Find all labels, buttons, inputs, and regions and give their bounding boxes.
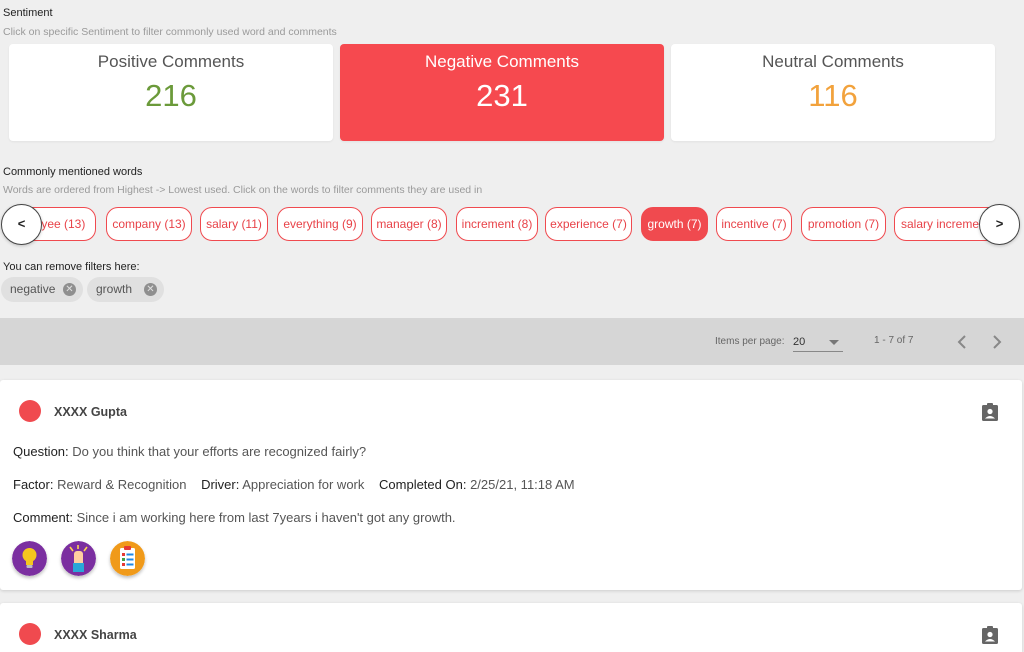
remove-filter-icon[interactable]: ✕ — [144, 283, 157, 296]
question-line: Question: Do you think that your efforts… — [13, 444, 366, 459]
neutral-label: Neutral Comments — [762, 52, 904, 71]
words-track: employee (13) company (13) salary (11) e… — [28, 207, 998, 241]
word-chip-salary[interactable]: salary (11) — [200, 207, 268, 241]
factor-label: Factor: — [13, 477, 54, 492]
positive-count: 216 — [145, 78, 197, 113]
question-text: Do you think that your efforts are recog… — [72, 444, 367, 459]
previous-page-button[interactable] — [950, 330, 974, 354]
comment-card — [0, 603, 1022, 652]
completed-value: 2/25/21, 11:18 AM — [470, 477, 575, 492]
comment-line: Comment: Since i am working here from la… — [13, 510, 456, 525]
neutral-count: 116 — [808, 78, 858, 113]
commenter-name: XXXX Sharma — [54, 628, 137, 642]
positive-label: Positive Comments — [97, 52, 245, 71]
neutral-comments-card[interactable]: Neutral Comments 116 — [671, 44, 995, 141]
word-chip-everything[interactable]: everything (9) — [277, 207, 363, 241]
filter-chip-label: negative — [10, 282, 56, 296]
factor-value: Reward & Recognition — [57, 477, 187, 492]
word-chip-experience[interactable]: experience (7) — [545, 207, 632, 241]
assignment-ind-icon[interactable] — [982, 626, 998, 644]
words-subtitle: Words are ordered from Highest -> Lowest… — [3, 184, 483, 196]
remove-filter-icon[interactable]: ✕ — [63, 283, 76, 296]
word-chip-growth[interactable]: growth (7) — [641, 207, 708, 241]
commenter-name: XXXX Gupta — [54, 405, 127, 419]
word-chip-promotion[interactable]: promotion (7) — [801, 207, 886, 241]
comment-text: Since i am working here from last 7years… — [76, 510, 456, 525]
sentiment-cards: Positive Comments 216 Negative Comments … — [9, 44, 997, 141]
filter-chip-label: growth — [96, 282, 133, 296]
positive-comments-card[interactable]: Positive Comments 216 — [9, 44, 333, 141]
negative-comments-card[interactable]: Negative Comments 231 — [340, 44, 664, 141]
items-per-page-select[interactable]: 20 — [793, 332, 843, 352]
comment-label: Comment: — [13, 510, 73, 525]
word-chip-increment[interactable]: increment (8) — [456, 207, 538, 241]
items-per-page-value: 20 — [793, 336, 806, 348]
paginator: Items per page: 20 1 - 7 of 7 — [0, 318, 1024, 365]
sentiment-subtitle: Click on specific Sentiment to filter co… — [3, 26, 337, 38]
words-title: Commonly mentioned words — [3, 166, 143, 178]
meta-line: Factor: Reward & Recognition Driver: App… — [13, 477, 575, 492]
question-label: Question: — [13, 444, 69, 459]
negative-count: 231 — [476, 78, 528, 113]
completed-label: Completed On: — [379, 477, 467, 492]
chevron-down-icon — [829, 340, 839, 345]
word-chip-incentive[interactable]: incentive (7) — [716, 207, 792, 241]
driver-label: Driver: — [201, 477, 240, 492]
next-page-button[interactable] — [985, 330, 1009, 354]
raise-hand-icon[interactable] — [61, 541, 96, 576]
filter-chip-negative[interactable]: negative ✕ — [1, 277, 83, 302]
checklist-icon[interactable] — [110, 541, 145, 576]
words-carousel: employee (13) company (13) salary (11) e… — [0, 203, 1024, 245]
sentiment-title: Sentiment — [3, 7, 53, 19]
words-next-button[interactable]: > — [979, 204, 1020, 245]
words-prev-button[interactable]: < — [1, 204, 42, 245]
sentiment-dot — [19, 400, 41, 422]
assignment-ind-icon[interactable] — [982, 403, 998, 421]
driver-value: Appreciation for work — [242, 477, 365, 492]
idea-bulb-icon[interactable] — [12, 541, 47, 576]
sentiment-dot — [19, 623, 41, 645]
items-per-page-label: Items per page: — [715, 336, 785, 347]
filters-title: You can remove filters here: — [3, 261, 140, 273]
word-chip-company[interactable]: company (13) — [106, 207, 192, 241]
filter-chip-growth[interactable]: growth ✕ — [87, 277, 164, 302]
word-chip-manager[interactable]: manager (8) — [371, 207, 447, 241]
negative-label: Negative Comments — [424, 52, 579, 71]
page-range: 1 - 7 of 7 — [874, 335, 914, 346]
